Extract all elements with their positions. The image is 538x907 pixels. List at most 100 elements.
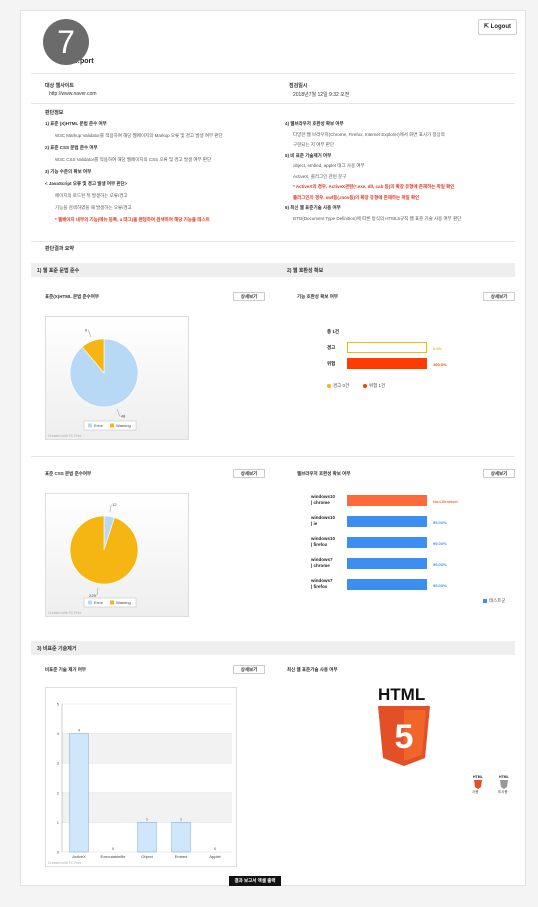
browser-detail-button[interactable]: 상세보기: [483, 469, 515, 478]
pie-label-line: [96, 587, 99, 596]
criteria-left-line: * 웹페이지 내부의 기능(메뉴 등록, a 태그)을 랜덤하여 검색하여 해당…: [55, 217, 210, 222]
browser-name-label: | firefox: [311, 542, 328, 547]
legend-label: Warning: [116, 600, 131, 605]
func-detail-button[interactable]: 상세보기: [483, 292, 515, 301]
html5-shield-icon: 5: [378, 706, 430, 766]
criteria-left-line: < JavaScript 오류 및 경고 발생 여부 판단>: [45, 181, 128, 186]
criteria-right-line: DTD(Document Type Definition)에 따른 방식의 HT…: [293, 215, 462, 221]
nonstd-detail-button[interactable]: 상세보기: [233, 665, 265, 674]
band-label: 1) 웹 표준 문법 준수: [37, 268, 80, 274]
divider: [31, 456, 515, 457]
criteria-left-line: W3C Markup Validator를 적용하여 해당 웹페이지의 Mark…: [55, 133, 223, 138]
legend-swatch: [88, 423, 92, 428]
html5-icon-bottom-label: 사용: [472, 790, 479, 794]
html5-icon-top-label: HTML: [473, 775, 483, 779]
func-bar-label: 위험: [327, 361, 336, 366]
html-detail-button[interactable]: 상세보기: [233, 292, 265, 301]
legend-label: Error: [94, 600, 104, 605]
legend-label: Warning: [116, 423, 131, 428]
divider: [31, 241, 515, 242]
export-excel-button[interactable]: 결과 보고서 엑셀 출력: [229, 876, 281, 886]
html5-used-icon: [474, 780, 482, 789]
browser-os-label: windows7: [311, 557, 333, 562]
divider: [31, 73, 515, 74]
shield-shape: [474, 780, 482, 789]
criteria-right-line: 플러그인의 경우, swf등(.mov등)의 확장 유형에 존재하는 파일 확인: [293, 194, 420, 200]
criteria-left-line: 2) 표준 CSS 문법 준수 여부: [45, 145, 98, 150]
browser-bar-value: 99.03%: [433, 541, 447, 546]
step-badge: 7: [43, 19, 89, 65]
criteria-left-line: 기능을 검색하였을 때 발생하는 오류/경고: [55, 205, 132, 210]
browser-name-label: | ie: [311, 521, 318, 526]
band-label: 2) 웹 호환성 확보: [287, 268, 324, 274]
bar: [171, 822, 191, 853]
x-tick-label: Object: [141, 854, 153, 859]
pie-value-label: 12: [112, 502, 117, 507]
browser-bar-value: Non-Browser: [433, 499, 459, 504]
legend-label: Error: [94, 423, 104, 428]
site-value: http://www.naver.com: [49, 91, 97, 97]
func-bar-value: 100.0%: [433, 362, 447, 367]
date-label: 점검일시: [289, 83, 308, 89]
y-tick-label: 5: [57, 702, 60, 707]
report-page: 7 ⇱ Logout …port 대상 웹사이트 http://www.nave…: [20, 10, 526, 886]
html-pie-chart: 48 6 Error Warning Created with FC Free: [45, 316, 189, 440]
browser-bar: [347, 579, 427, 590]
section-band-web-standard: 1) 웹 표준 문법 준수 2) 웹 호환성 확보: [31, 263, 515, 277]
html5-shield-digit: 5: [395, 718, 414, 756]
browser-name-label: | chrome: [311, 563, 330, 568]
nonstd-panel-title: 비표준 기술 제거 여부: [45, 667, 87, 672]
y-tick-label: 1: [57, 820, 60, 825]
pie-label-line: [109, 504, 112, 513]
html-panel-title: 표준(X)HTML 문법 준수여부: [45, 294, 100, 299]
criteria-right-line: * ActiveX의 경우, ActiveX관련(*.exe, dll, cab…: [293, 184, 455, 189]
func-total-label: 총 1건: [327, 329, 340, 334]
css-pie-chart: 12 229 Error Warning Created with FC Free: [45, 493, 189, 617]
browser-bar-value: 99.03%: [433, 562, 447, 567]
y-tick-label: 4: [57, 731, 60, 736]
chart-credit: Created with FC Free: [48, 611, 82, 615]
criteria-right-line: ActiveX, 플러그인 관련 문구: [293, 173, 347, 179]
criteria-right-line: object, embed, applet 태그 사용 여부: [293, 163, 365, 168]
func-legend-item: 위험 1건: [363, 383, 385, 389]
browser-bar: [347, 495, 427, 506]
site-label: 대상 웹사이트: [45, 83, 74, 89]
func-bar-fill: [347, 358, 427, 369]
criteria-left-line: 1) 표준 (X)HTML 문법 준수 여부: [45, 121, 107, 126]
pie-legend: Error Warning: [83, 420, 137, 431]
browser-panel-title: 웹브라우저 호환성 확보 여부: [297, 471, 351, 476]
pie-slice: [69, 515, 139, 585]
criteria-left-line: 페이지의 로드된 뒤 발생하는 오류/경고: [55, 193, 128, 198]
legend-dot-icon: [363, 383, 367, 388]
browser-name-label: | firefox: [311, 584, 328, 589]
y-tick-label: 3: [57, 761, 60, 766]
browser-os-label: windows10: [311, 536, 336, 541]
func-legend-item: 경고 0건: [327, 383, 349, 389]
x-tick-label: Applet: [209, 854, 221, 859]
bar: [69, 733, 89, 853]
divider: [31, 103, 515, 104]
bar-value-label: 0: [112, 846, 115, 851]
criteria-right-line: 5) 비 표준 기술제거 여부: [285, 152, 332, 158]
browser-os-label: windows10: [311, 494, 336, 499]
logout-button[interactable]: ⇱ Logout: [477, 19, 517, 35]
chart-credit: Created with FC Free: [48, 861, 82, 865]
nonstd-bar-chart: 0 1 2 3 4 5 4 ActiveX 0 Executablefile 1 Object 1 Emb…: [45, 687, 237, 867]
y-tick-label: 2: [57, 790, 60, 795]
x-tick-label: Executablefile: [101, 854, 127, 859]
legend-swatch: [88, 600, 92, 605]
browser-bar: [347, 516, 427, 527]
x-tick-label: Embed: [175, 854, 188, 859]
legend-label: 위험 1건: [369, 383, 386, 388]
summary-heading: 판단결과 요약: [45, 246, 74, 252]
func-panel-title: 기능 호환성 확보 여부: [297, 294, 339, 299]
pie-value-label: 6: [85, 327, 88, 332]
css-detail-button[interactable]: 상세보기: [233, 469, 265, 478]
y-tick-label: 0: [57, 850, 60, 855]
nonstd-bar-svg: 0123454ActiveX0Executablefile1Object1Emb…: [57, 702, 232, 859]
func-bar-track: [347, 342, 427, 353]
bar-value-label: 0: [214, 846, 217, 851]
date-value: 2018년7월 12일 9:32 오전: [293, 92, 350, 98]
browser-bar-value: 99.03%: [433, 583, 447, 588]
bar-value-label: 4: [78, 728, 81, 733]
